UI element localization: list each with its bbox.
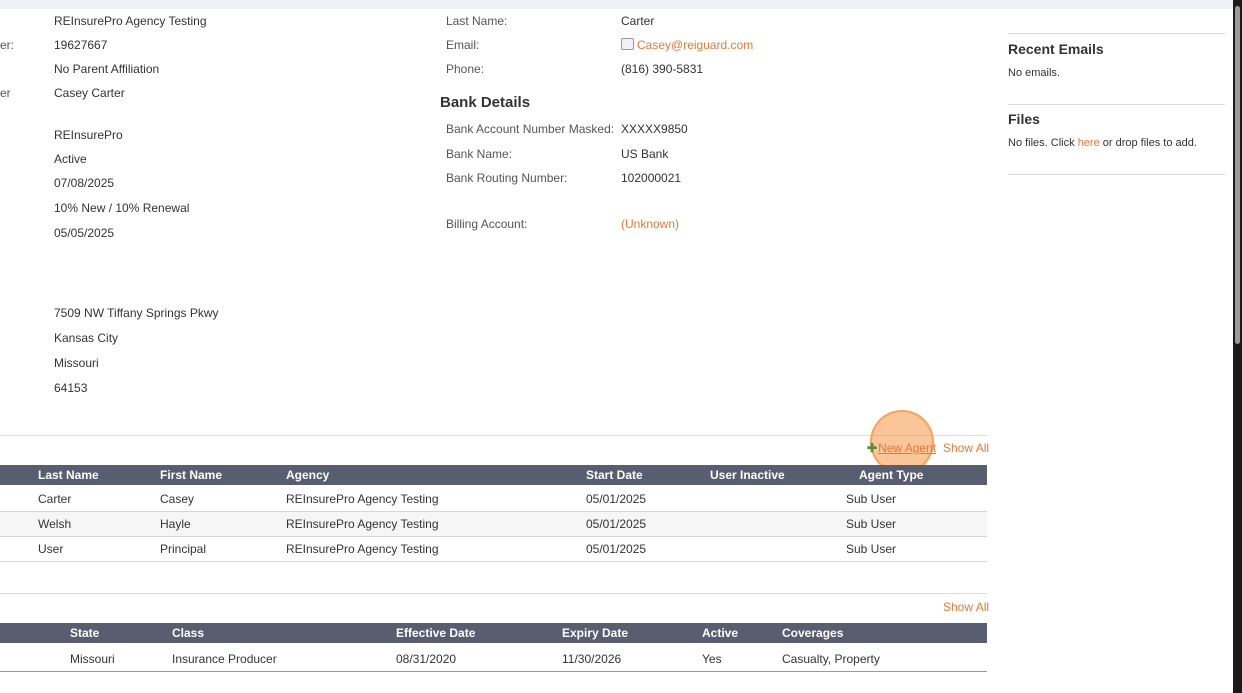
licenses-show-all-link[interactable]: Show All — [943, 600, 989, 614]
license-coverages: Casualty, Property — [782, 652, 880, 666]
licenses-divider — [0, 593, 987, 594]
agency-name-value: REInsurePro Agency Testing — [54, 14, 207, 28]
email-label: Email: — [446, 38, 480, 52]
files-heading: Files — [1008, 111, 1040, 127]
license-class: Insurance Producer — [172, 652, 277, 666]
licenses-col-class[interactable]: Class — [172, 626, 204, 640]
sidebar-divider-top — [1008, 33, 1225, 34]
license-expiry-date: 11/30/2026 — [562, 652, 622, 666]
last-name-label: Last Name: — [446, 14, 508, 28]
agents-col-start-date[interactable]: Start Date — [586, 468, 643, 482]
bank-details-heading: Bank Details — [440, 94, 531, 111]
parent-affiliation-value: No Parent Affiliation — [54, 62, 160, 76]
files-text: No files. Click here or drop files to ad… — [1008, 137, 1197, 149]
sidebar-divider-mid — [1008, 104, 1225, 105]
table-row[interactable]: Missouri Insurance Producer 08/31/2020 1… — [0, 647, 987, 672]
commission-value: 10% New / 10% Renewal — [54, 201, 190, 215]
agent-last-name: Carter — [38, 492, 72, 506]
plus-icon: ✚ — [867, 441, 878, 455]
brand-value: REInsurePro — [54, 128, 123, 142]
date1-value: 07/08/2025 — [54, 176, 115, 190]
agents-col-last-name[interactable]: Last Name — [38, 468, 99, 482]
agents-table-header: Last Name First Name Agency Start Date U… — [0, 465, 987, 485]
bank-account-value: XXXXX9850 — [621, 122, 688, 136]
date2-value: 05/05/2025 — [54, 226, 115, 240]
email-link[interactable]: Casey@reiguard.com — [621, 38, 753, 52]
envelope-icon — [621, 38, 634, 50]
bank-account-label: Bank Account Number Masked: — [446, 122, 615, 136]
sidebar-divider-bottom — [1008, 174, 1225, 175]
phone-value: (816) 390-5831 — [621, 62, 704, 76]
licenses-col-expiry-date[interactable]: Expiry Date — [562, 626, 628, 640]
license-active: Yes — [702, 652, 722, 666]
routing-label: Bank Routing Number: — [446, 171, 568, 185]
files-upload-link[interactable]: here — [1078, 137, 1100, 149]
city-value: Kansas City — [54, 331, 119, 345]
last-name-value: Carter — [621, 14, 655, 28]
table-row[interactable]: Welsh Hayle REInsurePro Agency Testing 0… — [0, 512, 987, 537]
agents-show-all-link[interactable]: Show All — [943, 441, 989, 455]
agency-number-value: 19627667 — [54, 38, 108, 52]
new-agent-label: New Agent — [878, 441, 937, 455]
files-text-after: or drop files to add. — [1099, 137, 1197, 149]
status-value: Active — [54, 152, 87, 166]
state-value: Missouri — [54, 356, 99, 370]
agents-col-agent-type[interactable]: Agent Type — [859, 468, 923, 482]
new-agent-button[interactable]: ✚New Agent — [867, 441, 936, 455]
agent-agency: REInsurePro Agency Testing — [286, 492, 439, 506]
agent-start-date: 05/01/2025 — [586, 542, 647, 556]
agents-divider — [0, 435, 987, 436]
billing-account-label: Billing Account: — [446, 217, 528, 231]
agents-col-user-inactive[interactable]: User Inactive — [710, 468, 785, 482]
billing-account-link[interactable]: (Unknown) — [621, 217, 679, 231]
files-text-before: No files. Click — [1008, 137, 1078, 149]
agent-first-name: Principal — [160, 542, 207, 556]
licenses-col-active[interactable]: Active — [702, 626, 738, 640]
bank-name-value: US Bank — [621, 147, 669, 161]
agents-col-first-name[interactable]: First Name — [160, 468, 222, 482]
agent-agency: REInsurePro Agency Testing — [286, 542, 439, 556]
agent-first-name: Casey — [160, 492, 195, 506]
agent-last-name: Welsh — [38, 517, 72, 531]
licenses-col-coverages[interactable]: Coverages — [782, 626, 843, 640]
licenses-table-header: State Class Effective Date Expiry Date A… — [0, 623, 987, 643]
agent-type: Sub User — [846, 542, 897, 556]
zip-value: 64153 — [54, 381, 88, 395]
license-effective-date: 08/31/2020 — [396, 652, 457, 666]
recent-emails-empty: No emails. — [1008, 67, 1060, 79]
agent-type: Sub User — [846, 492, 897, 506]
email-value[interactable]: Casey@reiguard.com — [637, 38, 753, 52]
vertical-scrollbar[interactable] — [1233, 0, 1242, 693]
recent-emails-heading: Recent Emails — [1008, 41, 1104, 57]
agent-first-name: Hayle — [160, 517, 191, 531]
agent-agency: REInsurePro Agency Testing — [286, 517, 439, 531]
agent-type: Sub User — [846, 517, 897, 531]
table-row[interactable]: User Principal REInsurePro Agency Testin… — [0, 537, 987, 562]
routing-value: 102000021 — [621, 171, 682, 185]
agent-start-date: 05/01/2025 — [586, 492, 647, 506]
owner-value: Casey Carter — [54, 86, 125, 100]
agent-last-name: User — [38, 542, 64, 556]
top-band — [0, 0, 1242, 9]
license-state: Missouri — [70, 652, 115, 666]
phone-label: Phone: — [446, 62, 485, 76]
cut-label-number: er: — [0, 38, 15, 52]
licenses-col-effective-date[interactable]: Effective Date — [396, 626, 475, 640]
agent-start-date: 05/01/2025 — [586, 517, 647, 531]
agents-col-agency[interactable]: Agency — [286, 468, 329, 482]
cut-label-owner: er — [0, 86, 11, 100]
address-line-value: 7509 NW Tiffany Springs Pkwy — [54, 306, 219, 320]
licenses-col-state[interactable]: State — [70, 626, 99, 640]
bank-name-label: Bank Name: — [446, 147, 513, 161]
table-row[interactable]: Carter Casey REInsurePro Agency Testing … — [0, 487, 987, 512]
scrollbar-thumb[interactable] — [1235, 6, 1240, 344]
